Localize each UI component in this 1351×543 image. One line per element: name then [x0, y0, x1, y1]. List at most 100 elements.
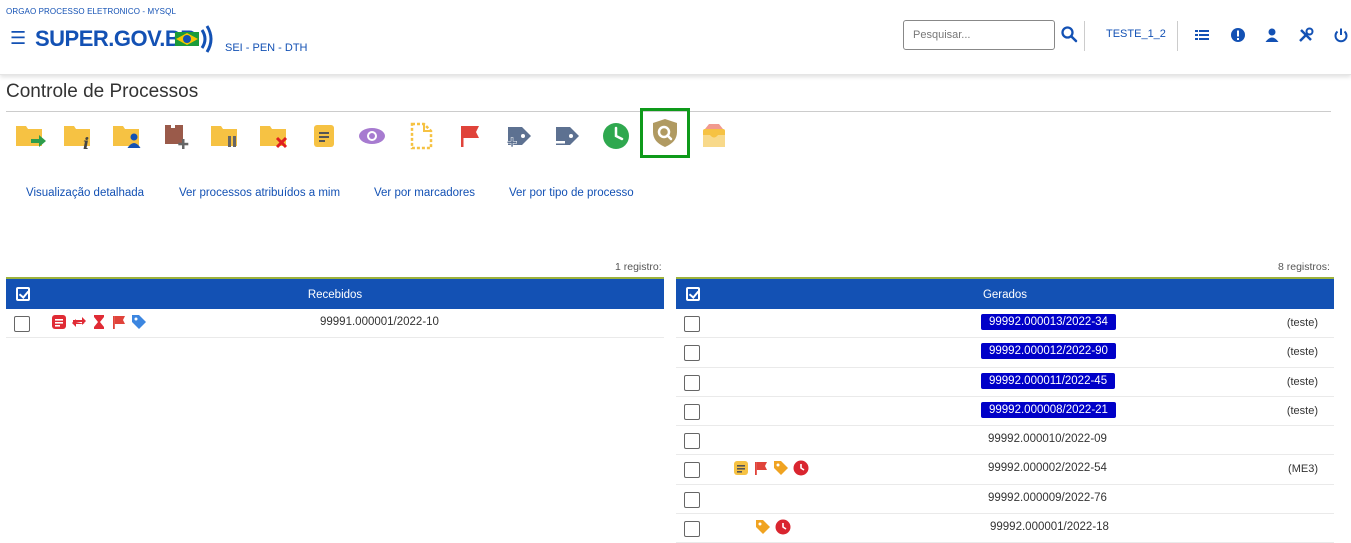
menu-icon[interactable]: ☰: [10, 29, 26, 47]
transfer-icon[interactable]: [71, 314, 87, 330]
table-row: 99992.000011/2022-45 (teste): [676, 368, 1334, 397]
process-number-link[interactable]: 99992.000012/2022-90: [981, 343, 1116, 360]
mark-read-button[interactable]: [355, 119, 389, 153]
suspend-process-button[interactable]: [209, 119, 243, 153]
brand-logo-icon: [175, 25, 213, 53]
generated-table: Gerados 99992.000013/2022-34 (teste) 999…: [676, 277, 1334, 543]
process-note: (ME3): [1288, 463, 1318, 476]
row-status-icons: [733, 460, 809, 476]
tag-remove-icon: [555, 127, 579, 145]
table-row: 99992.000013/2022-34 (teste): [676, 309, 1334, 339]
flag-icon: [461, 126, 479, 147]
deadline-control-button[interactable]: [599, 119, 633, 153]
table-row: 99991.000001/2022-10: [6, 309, 664, 339]
eye-icon: [359, 128, 385, 144]
clock-red-icon[interactable]: [793, 460, 809, 476]
process-number-link[interactable]: 99992.000008/2022-21: [981, 401, 1116, 418]
user-unit-label[interactable]: TESTE_1_2: [1106, 28, 1166, 40]
flag-button[interactable]: [453, 119, 487, 153]
flag-icon[interactable]: [111, 314, 127, 330]
received-table: Recebidos 99991.000001/2022-10: [6, 277, 664, 339]
conclude-process-button[interactable]: [258, 119, 292, 153]
row-checkbox[interactable]: [684, 316, 700, 332]
folder-add-icon: [165, 125, 189, 149]
detailed-view-link[interactable]: Visualização detalhada: [26, 187, 144, 199]
add-marker-button[interactable]: [502, 119, 536, 153]
table-row: 99992.000009/2022-76: [676, 485, 1334, 515]
document-red-icon[interactable]: [51, 314, 67, 330]
row-checkbox[interactable]: [684, 462, 700, 479]
row-checkbox[interactable]: [684, 345, 700, 362]
list-grid-icon[interactable]: [1194, 27, 1210, 43]
process-note: (teste): [1286, 346, 1318, 359]
alert-icon[interactable]: [1230, 27, 1246, 43]
search-input[interactable]: [903, 20, 1055, 50]
power-icon[interactable]: [1333, 27, 1349, 43]
process-number-link[interactable]: 99992.000013/2022-34: [981, 314, 1116, 330]
shield-search-icon: [653, 119, 677, 147]
acompanhamento-especial-button[interactable]: [640, 108, 690, 158]
tag-orange-icon[interactable]: [755, 519, 771, 535]
user-icon[interactable]: [1264, 27, 1280, 43]
attach-process-button[interactable]: [161, 119, 195, 153]
process-number-link[interactable]: 99992.000002/2022-54: [988, 462, 1107, 474]
process-number-link[interactable]: 99992.000009/2022-76: [988, 492, 1107, 504]
view-by-type-link[interactable]: Ver por tipo de processo: [509, 187, 634, 199]
tools-icon[interactable]: [1298, 27, 1314, 43]
generated-count: 8 registros:: [1278, 261, 1330, 273]
subsystem-label: SEI - PEN - DTH: [225, 42, 308, 54]
flag-icon[interactable]: [753, 460, 769, 476]
process-number-link[interactable]: 99992.000001/2022-18: [990, 521, 1109, 533]
generated-table-header: Gerados: [676, 277, 1334, 309]
received-column-title: Recebidos: [307, 289, 363, 301]
table-row: 99992.000010/2022-09: [676, 426, 1334, 456]
note-icon[interactable]: [733, 460, 749, 476]
table-row: 99992.000012/2022-90 (teste): [676, 338, 1334, 368]
brand-logo-text[interactable]: SUPER.GOV.BR: [35, 26, 196, 52]
view-by-markers-link[interactable]: Ver por marcadores: [374, 187, 475, 199]
table-row: 99992.000008/2022-21 (teste): [676, 397, 1334, 427]
process-note: (teste): [1286, 375, 1318, 388]
row-checkbox[interactable]: [684, 374, 700, 391]
remove-marker-button[interactable]: [550, 119, 584, 153]
tag-orange-icon[interactable]: [773, 460, 789, 476]
inbox-button[interactable]: [697, 119, 731, 153]
update-progress-button[interactable]: i: [62, 119, 96, 153]
row-status-icons: [51, 314, 147, 330]
process-number-link[interactable]: 99991.000001/2022-10: [320, 316, 439, 328]
folder-close-icon: [260, 126, 288, 149]
document-dashed-icon: [410, 122, 433, 150]
process-number-link[interactable]: 99992.000011/2022-45: [981, 372, 1116, 389]
row-checkbox[interactable]: [684, 403, 700, 420]
annotation-button[interactable]: [307, 119, 341, 153]
folder-user-icon: [113, 126, 141, 148]
note-icon: [314, 125, 334, 147]
received-count: 1 registro:: [615, 261, 662, 273]
new-document-button[interactable]: [404, 119, 438, 153]
folder-forward-icon: [16, 126, 46, 147]
table-row: 99992.000001/2022-18: [676, 514, 1334, 543]
folder-pause-icon: [211, 126, 237, 147]
process-number-link[interactable]: 99992.000010/2022-09: [988, 433, 1107, 445]
row-checkbox[interactable]: [14, 316, 30, 332]
search-icon[interactable]: [1060, 25, 1078, 43]
row-checkbox[interactable]: [684, 491, 700, 508]
page-title: Controle de Processos: [6, 81, 199, 102]
assigned-to-me-link[interactable]: Ver processos atribuídos a mim: [179, 187, 340, 199]
assign-process-button[interactable]: [111, 119, 145, 153]
header-divider: [1177, 21, 1178, 51]
svg-text:i: i: [83, 134, 89, 150]
tag-add-icon: [507, 127, 531, 148]
row-checkbox[interactable]: [684, 521, 700, 538]
process-note: (teste): [1286, 404, 1318, 417]
row-checkbox[interactable]: [684, 433, 700, 450]
top-bar: ORGAO PROCESSO ELETRONICO - MYSQL ☰ SUPE…: [0, 0, 1351, 75]
header-divider: [1084, 21, 1085, 51]
clock-icon: [603, 123, 629, 149]
tag-blue-icon[interactable]: [131, 314, 147, 330]
send-process-button[interactable]: [14, 119, 48, 153]
generated-column-title: Gerados: [982, 289, 1028, 301]
clock-red-icon[interactable]: [775, 519, 791, 535]
hourglass-icon[interactable]: [91, 314, 107, 330]
received-table-header: Recebidos: [6, 277, 664, 309]
